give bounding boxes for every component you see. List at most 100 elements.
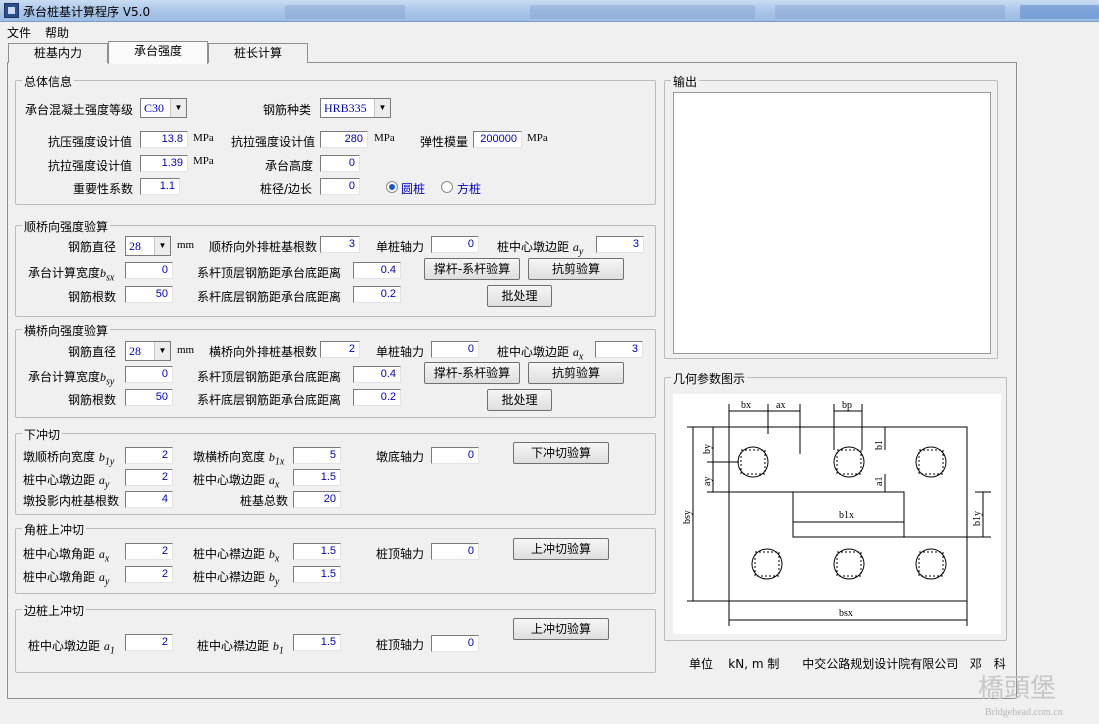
top-rebar-field[interactable]: 0.4	[353, 366, 401, 383]
calc-width-field[interactable]: 0	[125, 262, 173, 279]
corner-ax-label: 桩中心墩角距 ax	[23, 547, 110, 565]
tab-cap-strength[interactable]: 承台强度	[108, 41, 208, 64]
calc-width-field[interactable]: 0	[125, 366, 173, 383]
diagram-label-bp: bp	[842, 400, 852, 411]
chevron-down-icon: ▼	[374, 99, 390, 117]
pile-5	[833, 548, 865, 580]
rebar-count-field[interactable]: 50	[125, 389, 173, 406]
corner-ax-field[interactable]: 2	[125, 543, 173, 560]
rebar-diam-select[interactable]: 28 ▼	[125, 341, 171, 361]
group-title: 输出	[671, 73, 700, 90]
rebar-type-select[interactable]: HRB335 ▼	[320, 98, 391, 118]
rebar-tensile-label: 抗拉强度设计值	[231, 135, 316, 149]
pile-dim-field[interactable]: 0	[320, 178, 360, 195]
corner-bx-field[interactable]: 1.5	[293, 543, 341, 560]
single-force-field[interactable]: 0	[431, 236, 479, 253]
menu-help[interactable]: 帮助	[45, 24, 69, 41]
corner-ay-label: 桩中心墩角距 ay	[23, 570, 110, 588]
outer-piles-field[interactable]: 2	[320, 341, 360, 358]
edge-b1-field[interactable]: 1.5	[293, 634, 341, 651]
tensile-field[interactable]: 1.39	[140, 155, 188, 172]
rebar-diam-label: 钢筋直径	[68, 240, 117, 254]
single-force-label: 单桩轴力	[376, 345, 425, 359]
top-force-label: 桩顶轴力	[376, 638, 425, 652]
group-title: 边桩上冲切	[22, 602, 87, 619]
center-dist-field[interactable]: 3	[596, 236, 644, 253]
concrete-grade-label: 承台混凝土强度等级	[25, 103, 134, 117]
shear-check-button[interactable]: 抗剪验算	[528, 258, 624, 280]
pier-force-field[interactable]: 0	[431, 447, 479, 464]
batch-button[interactable]: 批处理	[487, 389, 552, 411]
punch-corner-button[interactable]: 上冲切验算	[513, 538, 609, 560]
top-force-label: 桩顶轴力	[376, 547, 425, 561]
geometry-diagram: bx ax bp by ay b1 a1 bsy b1x b1y bsx	[673, 394, 1001, 634]
diagram-label-bsy: bsy	[682, 510, 693, 524]
strut-tie-button[interactable]: 撑杆-系杆验算	[424, 258, 520, 280]
square-pile-radio[interactable]	[441, 181, 453, 193]
b1y-field[interactable]: 2	[125, 447, 173, 464]
rebar-count-label: 钢筋根数	[68, 393, 117, 407]
pile-4	[751, 548, 783, 580]
diagram-label-ax: ax	[776, 400, 785, 411]
rebar-diam-select[interactable]: 28 ▼	[125, 236, 171, 256]
top-force-field[interactable]: 0	[431, 543, 479, 560]
edge-a1-field[interactable]: 2	[125, 634, 173, 651]
shear-check-button[interactable]: 抗剪验算	[528, 362, 624, 384]
tab-pile-force[interactable]: 桩基内力	[8, 43, 108, 63]
single-force-field[interactable]: 0	[431, 341, 479, 358]
concrete-grade-select[interactable]: C30 ▼	[140, 98, 187, 118]
strut-tie-button[interactable]: 撑杆-系杆验算	[424, 362, 520, 384]
ax-field[interactable]: 1.5	[293, 469, 341, 486]
window-title: 承台桩基计算程序 V5.0	[23, 5, 151, 19]
bottom-rebar-label: 系杆底层钢筋距承台底距离	[197, 393, 342, 407]
top-rebar-label: 系杆顶层钢筋距承台底距离	[197, 266, 342, 280]
modulus-field[interactable]: 200000	[473, 131, 522, 148]
group-title: 总体信息	[22, 73, 75, 90]
corner-ay-field[interactable]: 2	[125, 566, 173, 583]
proj-piles-field[interactable]: 4	[125, 491, 173, 508]
ay-field[interactable]: 2	[125, 469, 173, 486]
center-dist-label: 桩中心墩边距 ay	[497, 240, 584, 258]
corner-by-field[interactable]: 1.5	[293, 566, 341, 583]
rebar-type-label: 钢筋种类	[263, 103, 312, 117]
bottom-rebar-field[interactable]: 0.2	[353, 389, 401, 406]
square-pile-label[interactable]: 方桩	[457, 180, 481, 197]
round-pile-label[interactable]: 圆桩	[401, 180, 425, 197]
output-textarea[interactable]	[673, 92, 991, 354]
edge-b1-label: 桩中心襟边距 b1	[197, 639, 284, 657]
rebar-count-field[interactable]: 50	[125, 286, 173, 303]
compressive-label: 抗压强度设计值	[48, 135, 133, 149]
total-piles-field[interactable]: 20	[293, 491, 341, 508]
importance-label: 重要性系数	[73, 182, 134, 196]
total-piles-label: 桩基总数	[240, 494, 289, 508]
batch-button[interactable]: 批处理	[487, 285, 552, 307]
app-icon	[4, 3, 19, 18]
top-rebar-field[interactable]: 0.4	[353, 262, 401, 279]
pile-6	[915, 548, 947, 580]
rebar-diam-label: 钢筋直径	[68, 345, 117, 359]
bottom-rebar-field[interactable]: 0.2	[353, 286, 401, 303]
single-force-label: 单桩轴力	[376, 240, 425, 254]
compressive-field[interactable]: 13.8	[140, 131, 188, 148]
diagram-label-b1x: b1x	[839, 510, 854, 521]
rebar-tensile-field[interactable]: 280	[320, 131, 368, 148]
group-title: 下冲切	[22, 426, 63, 443]
center-dist-field[interactable]: 3	[595, 341, 643, 358]
round-pile-radio[interactable]	[386, 181, 398, 193]
punch-edge-button[interactable]: 上冲切验算	[513, 618, 609, 640]
outer-piles-label: 顺桥向外排桩基根数	[209, 240, 318, 254]
bottom-rebar-label: 系杆底层钢筋距承台底距离	[197, 290, 342, 304]
corner-by-label: 桩中心襟边距 by	[193, 570, 280, 588]
b1x-field[interactable]: 5	[293, 447, 341, 464]
importance-field[interactable]: 1.1	[140, 178, 180, 195]
outer-piles-field[interactable]: 3	[320, 236, 360, 253]
punch-down-button[interactable]: 下冲切验算	[513, 442, 609, 464]
combo-value: C30	[144, 101, 165, 115]
pile-3	[915, 446, 947, 478]
tab-pile-length[interactable]: 桩长计算	[208, 43, 308, 63]
menu-file[interactable]: 文件	[7, 24, 31, 41]
top-force-field[interactable]: 0	[431, 635, 479, 652]
height-field[interactable]: 0	[320, 155, 360, 172]
center-dist-label: 桩中心墩边距 ax	[497, 345, 584, 363]
proj-piles-label: 墩投影内桩基根数	[23, 494, 120, 508]
